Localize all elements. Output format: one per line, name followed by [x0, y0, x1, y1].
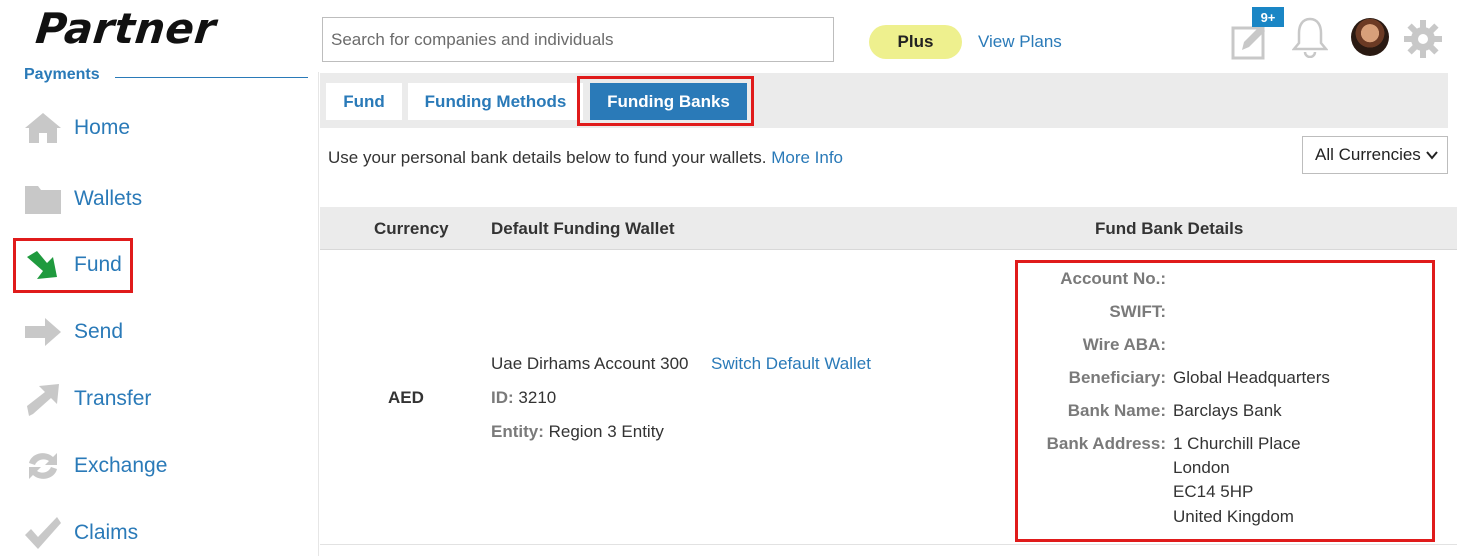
swift-label: SWIFT: [1109, 302, 1166, 321]
bank-name-label: Bank Name: [1067, 401, 1166, 420]
column-header-bank-details: Fund Bank Details [1095, 219, 1244, 238]
id-label: ID: [491, 388, 514, 407]
sidebar-item-label: Claims [74, 521, 139, 544]
sidebar-item-label: Send [74, 320, 124, 343]
send-arrow-icon [22, 312, 64, 352]
column-header-currency: Currency [374, 219, 449, 238]
folder-icon [22, 179, 64, 219]
sidebar-item-claims[interactable]: Claims [22, 511, 138, 555]
sidebar-item-transfer[interactable]: Transfer [22, 377, 151, 421]
bank-address-line-3: EC14 5HP [1173, 482, 1254, 501]
sidebar-divider [318, 72, 319, 556]
wallet-entity: Entity: Region 3 Entity [491, 422, 664, 442]
home-icon [22, 108, 64, 148]
chevron-down-icon [1425, 147, 1439, 167]
view-plans-link[interactable]: View Plans [978, 32, 1062, 52]
avatar[interactable] [1351, 18, 1389, 56]
account-no-label: Account No.: [1060, 269, 1166, 288]
beneficiary-value: Global Headquarters [1173, 368, 1330, 387]
entity-label: Entity: [491, 422, 544, 441]
payments-section-title: Payments [24, 66, 100, 83]
wire-aba-label: Wire ABA: [1082, 335, 1166, 354]
sidebar-item-fund[interactable]: Fund [22, 243, 122, 287]
checkmark-icon [22, 513, 64, 553]
sidebar-item-wallets[interactable]: Wallets [22, 177, 142, 221]
wallet-name: Uae Dirhams Account 300 [491, 354, 689, 373]
fund-arrow-icon [22, 245, 64, 285]
bank-address-label: Bank Address: [1046, 434, 1166, 453]
bank-address-line-1: 1 Churchill Place [1173, 434, 1301, 453]
tab-fund[interactable]: Fund [326, 83, 402, 120]
entity-value: Region 3 Entity [548, 422, 664, 441]
sidebar-item-home[interactable]: Home [22, 106, 130, 150]
currency-filter-value: All Currencies [1315, 145, 1421, 164]
intro-text: Use your personal bank details below to … [328, 148, 843, 168]
search-input[interactable] [322, 17, 834, 62]
bell-icon[interactable] [1291, 16, 1329, 59]
tab-funding-banks[interactable]: Funding Banks [590, 83, 747, 120]
currency-code: AED [388, 388, 424, 407]
gear-icon[interactable] [1403, 19, 1443, 59]
sidebar-item-label: Transfer [74, 387, 152, 410]
wallet-id: ID: 3210 [491, 388, 556, 408]
intro-description: Use your personal bank details below to … [328, 148, 767, 167]
switch-default-wallet-link[interactable]: Switch Default Wallet [711, 354, 871, 374]
plan-badge-button[interactable]: Plus [869, 25, 962, 59]
beneficiary-label: Beneficiary: [1068, 368, 1166, 387]
sidebar-item-send[interactable]: Send [22, 310, 123, 354]
notification-count-badge: 9+ [1252, 7, 1284, 27]
id-value: 3210 [518, 388, 557, 407]
more-info-link[interactable]: More Info [771, 148, 843, 167]
sidebar-item-label: Fund [74, 253, 122, 276]
exchange-icon [22, 446, 64, 486]
section-divider [115, 77, 308, 78]
currency-filter-select[interactable]: All Currencies [1302, 136, 1448, 174]
sidebar-item-exchange[interactable]: Exchange [22, 444, 167, 488]
column-header-wallet: Default Funding Wallet [491, 219, 675, 238]
sidebar-item-label: Wallets [74, 187, 143, 210]
bank-address-line-2: London [1173, 458, 1230, 477]
partner-logo: Partner [33, 4, 219, 53]
bank-name-value: Barclays Bank [1173, 401, 1282, 420]
transfer-arrow-icon [22, 379, 64, 419]
bank-address-line-4: United Kingdom [1173, 507, 1294, 526]
row-divider [320, 544, 1457, 545]
sidebar-item-label: Home [74, 116, 131, 139]
tab-funding-methods[interactable]: Funding Methods [408, 83, 583, 120]
sidebar-item-label: Exchange [74, 454, 168, 477]
